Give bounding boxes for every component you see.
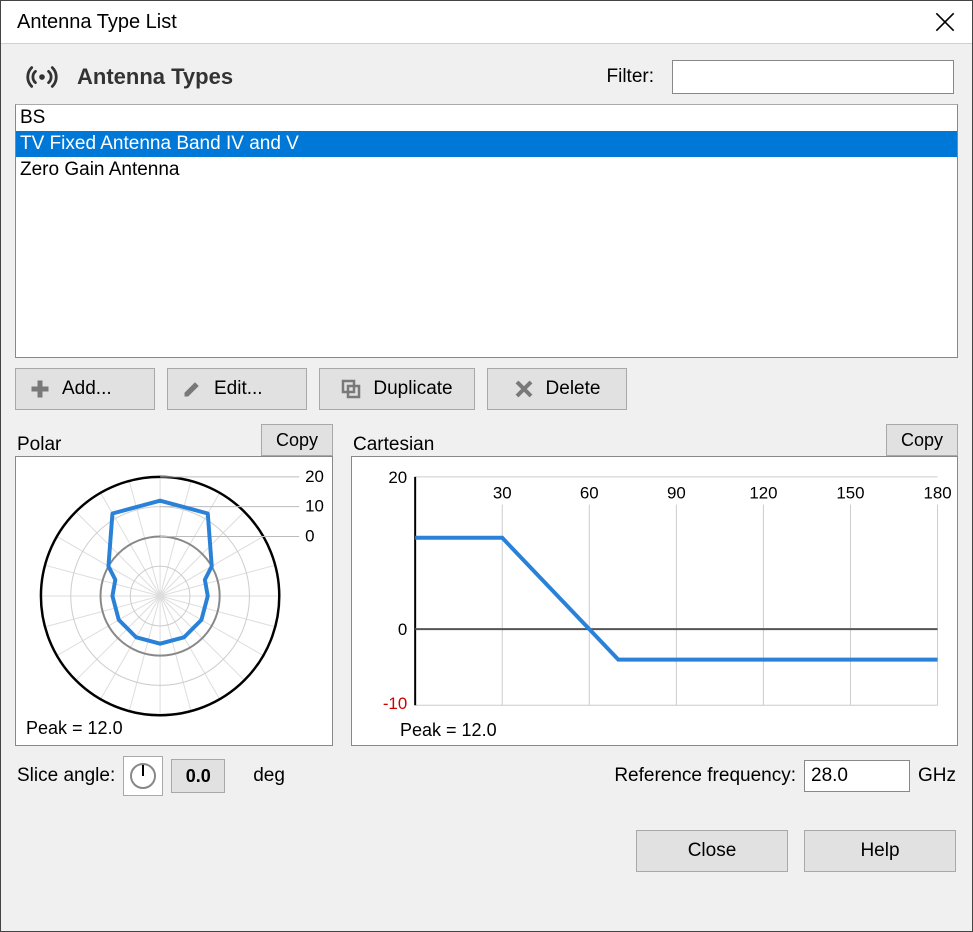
polar-copy-button[interactable]: Copy [261, 424, 333, 456]
svg-text:60: 60 [580, 484, 599, 503]
svg-text:90: 90 [667, 484, 686, 503]
cartesian-chart: 30 60 90 120 150 180 20 0 -10 Peak = 12.0 [351, 456, 958, 746]
ref-freq-input[interactable] [804, 760, 910, 792]
duplicate-button[interactable]: Duplicate [319, 368, 475, 410]
svg-text:120: 120 [749, 484, 777, 503]
filter-label: Filter: [607, 66, 655, 88]
add-button[interactable]: Add... [15, 368, 155, 410]
ref-freq-unit: GHz [918, 765, 956, 787]
edit-button[interactable]: Edit... [167, 368, 307, 410]
list-item[interactable]: Zero Gain Antenna [16, 157, 957, 183]
plus-icon [30, 379, 50, 399]
section-title: Antenna Types [77, 64, 595, 90]
svg-text:150: 150 [836, 484, 864, 503]
delete-button[interactable]: Delete [487, 368, 627, 410]
svg-text:0: 0 [398, 620, 407, 639]
polar-title: Polar [15, 434, 61, 456]
cartesian-copy-button[interactable]: Copy [886, 424, 958, 456]
toolbar: Add... Edit... Duplicate Delete [15, 358, 958, 422]
x-icon [514, 379, 534, 399]
close-button[interactable]: Close [636, 830, 788, 872]
help-button[interactable]: Help [804, 830, 956, 872]
svg-text:180: 180 [923, 484, 951, 503]
list-item[interactable]: BS [16, 105, 957, 131]
knob-icon [128, 761, 158, 791]
slice-angle-value: 0.0 [171, 759, 225, 793]
polar-pane: Polar Copy 20 10 0 Peak = 12.0 [15, 422, 333, 746]
slice-angle-label: Slice angle: [17, 765, 115, 787]
footer: Close Help [15, 796, 958, 874]
antenna-icon [19, 62, 65, 92]
svg-text:20: 20 [305, 467, 324, 486]
add-label: Add... [62, 378, 112, 400]
controls-row: Slice angle: 0.0 deg Reference frequency… [15, 746, 958, 796]
cartesian-peak-label: Peak = 12.0 [400, 720, 497, 741]
svg-text:10: 10 [305, 497, 324, 516]
delete-label: Delete [546, 378, 601, 400]
list-item[interactable]: TV Fixed Antenna Band IV and V [16, 131, 957, 157]
polar-peak-label: Peak = 12.0 [26, 718, 123, 739]
close-icon[interactable] [932, 9, 958, 35]
polar-chart: 20 10 0 Peak = 12.0 [15, 456, 333, 746]
ref-freq-label: Reference frequency: [614, 765, 796, 787]
charts-row: Polar Copy 20 10 0 Peak = 12.0 Cartesian C… [15, 422, 958, 746]
svg-text:30: 30 [493, 484, 512, 503]
svg-text:20: 20 [388, 468, 407, 487]
content-area: Antenna Types Filter: BSTV Fixed Antenna… [1, 43, 972, 931]
svg-text:0: 0 [305, 526, 314, 545]
cartesian-pane: Cartesian Copy 30 60 90 120 150 180 20 0 -10 Pea… [351, 422, 958, 746]
duplicate-label: Duplicate [373, 378, 452, 400]
pencil-icon [182, 379, 202, 399]
antenna-type-list[interactable]: BSTV Fixed Antenna Band IV and VZero Gai… [15, 104, 958, 358]
filter-input[interactable] [672, 60, 954, 94]
slice-angle-unit: deg [253, 765, 285, 787]
edit-label: Edit... [214, 378, 263, 400]
duplicate-icon [341, 379, 361, 399]
header-row: Antenna Types Filter: [15, 56, 958, 104]
titlebar: Antenna Type List [1, 1, 972, 43]
window-title: Antenna Type List [17, 11, 932, 34]
window: Antenna Type List Antenna Types Filter: … [0, 0, 973, 932]
svg-text:-10: -10 [383, 694, 407, 713]
slice-angle-knob[interactable] [123, 756, 163, 796]
cartesian-title: Cartesian [351, 434, 434, 456]
